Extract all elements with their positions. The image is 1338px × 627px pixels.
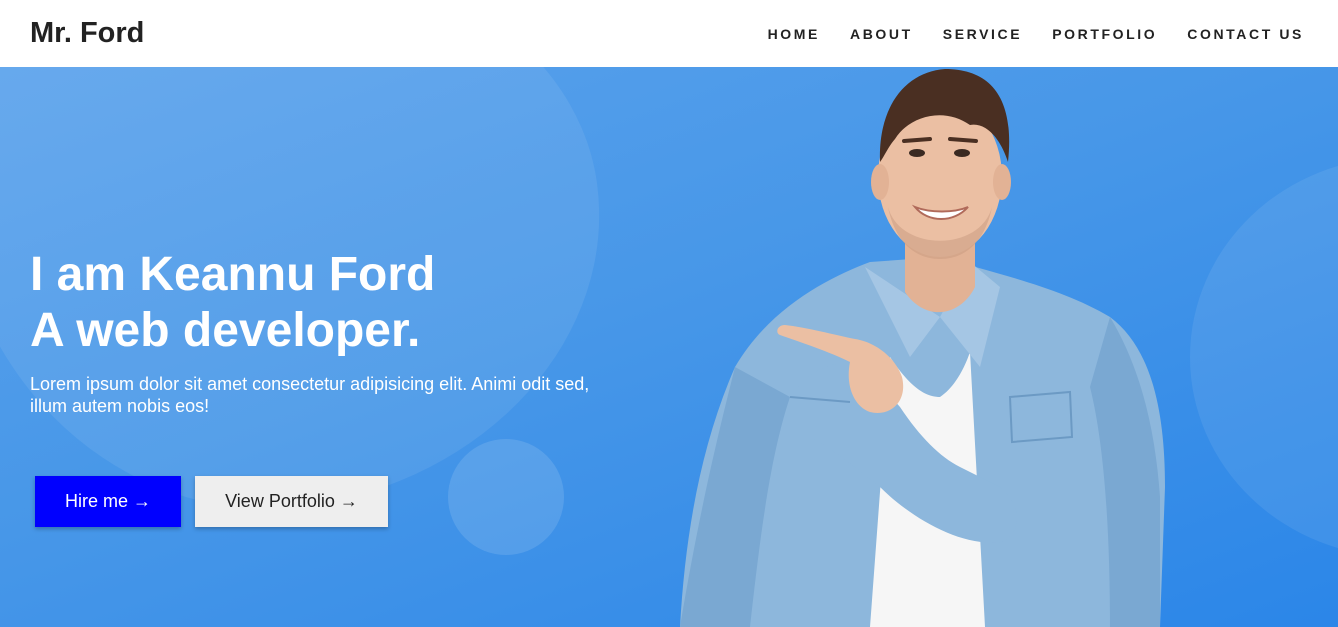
headline-line-1: I am Keannu Ford: [30, 248, 436, 301]
headline-line-2: A web developer.: [30, 304, 421, 357]
site-logo[interactable]: Mr. Ford: [30, 17, 144, 50]
hero-description: Lorem ipsum dolor sit amet consectetur a…: [30, 374, 590, 416]
hire-me-button[interactable]: Hire me →: [35, 476, 181, 527]
background-circle-large: [1190, 157, 1338, 557]
nav-menu: HOME ABOUT SERVICE PORTFOLIO CONTACT US: [768, 26, 1304, 42]
nav-link-contact-us[interactable]: CONTACT US: [1187, 26, 1304, 42]
view-portfolio-button[interactable]: View Portfolio →: [195, 476, 388, 527]
nav-link-portfolio[interactable]: PORTFOLIO: [1052, 26, 1157, 42]
hero-section: I am Keannu Ford A web developer. Lorem …: [0, 67, 1338, 627]
nav-link-service[interactable]: SERVICE: [943, 26, 1022, 42]
nav-link-about[interactable]: ABOUT: [850, 26, 913, 42]
background-circle-small: [448, 439, 564, 555]
hero-person-image: [680, 69, 1165, 627]
nav-link-home[interactable]: HOME: [768, 26, 820, 42]
hero-headline: I am Keannu Ford A web developer.: [30, 247, 435, 359]
navbar: Mr. Ford HOME ABOUT SERVICE PORTFOLIO CO…: [0, 0, 1338, 67]
